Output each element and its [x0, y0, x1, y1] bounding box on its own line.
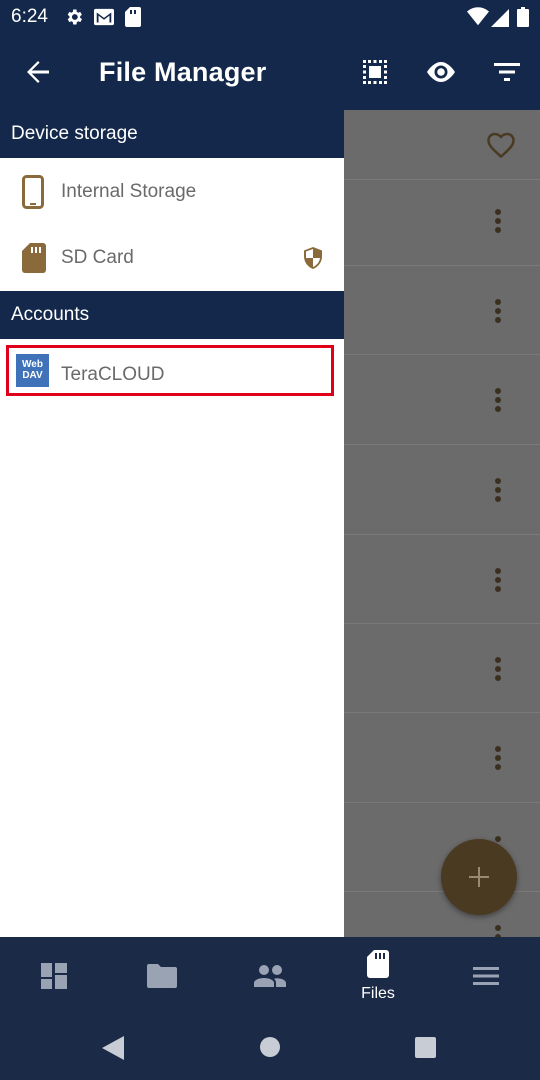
sd-card-icon	[22, 243, 46, 278]
system-home-icon[interactable]	[259, 1036, 281, 1058]
eye-icon[interactable]	[423, 54, 459, 90]
more-vert-icon	[495, 568, 501, 592]
shield-icon	[304, 247, 322, 274]
back-arrow-icon[interactable]	[20, 54, 56, 90]
more-vert-icon	[495, 209, 501, 233]
device-storage-header: Device storage	[0, 110, 344, 158]
status-bar: 6:24	[0, 0, 540, 36]
accounts-header: Accounts	[0, 291, 344, 339]
sd-card-label: SD Card	[61, 247, 134, 268]
teracloud-highlight-box	[6, 345, 334, 396]
more-vert-icon	[495, 657, 501, 681]
wifi-icon	[467, 7, 489, 32]
add-fab-button	[441, 839, 517, 915]
navigation-drawer: Device storage Internal Storage SD Card …	[0, 110, 344, 937]
people-icon	[254, 965, 286, 987]
nav-dashboard[interactable]	[0, 937, 108, 1017]
nav-menu[interactable]	[432, 937, 540, 1017]
files-sd-icon	[367, 950, 389, 978]
system-navigation-bar	[0, 1017, 540, 1080]
nav-files-label: Files	[361, 985, 395, 1002]
app-bar: File Manager	[0, 36, 540, 110]
battery-icon	[517, 7, 529, 32]
list-item	[344, 624, 540, 713]
cell-signal-icon	[491, 7, 509, 32]
internal-storage-label: Internal Storage	[61, 181, 197, 202]
drawer-item-sd-card[interactable]: SD Card	[0, 225, 344, 291]
list-row-header	[344, 110, 540, 180]
folder-icon	[147, 964, 177, 988]
nav-people[interactable]	[216, 937, 324, 1017]
hamburger-menu-icon	[473, 967, 499, 985]
list-item	[344, 445, 540, 535]
list-item	[344, 266, 540, 355]
bottom-navigation: Files	[0, 937, 540, 1017]
more-vert-icon	[495, 299, 501, 323]
nav-folders[interactable]	[108, 937, 216, 1017]
select-all-icon[interactable]	[357, 54, 393, 90]
list-item	[344, 355, 540, 445]
more-vert-icon	[495, 388, 501, 412]
more-vert-icon	[495, 478, 501, 502]
settings-icon	[64, 7, 84, 32]
device-storage-header-label: Device storage	[11, 123, 138, 144]
dashboard-icon	[41, 963, 67, 989]
list-item	[344, 892, 540, 937]
nav-files[interactable]: Files	[324, 937, 432, 1017]
gmail-icon	[93, 7, 115, 32]
system-back-icon[interactable]	[102, 1036, 124, 1060]
page-title: File Manager	[99, 57, 267, 87]
phone-icon	[22, 175, 44, 214]
list-item	[344, 713, 540, 803]
plus-icon	[469, 867, 489, 887]
more-vert-icon	[495, 925, 501, 937]
list-item	[344, 535, 540, 624]
accounts-header-label: Accounts	[11, 304, 90, 325]
more-vert-icon	[495, 746, 501, 770]
status-time: 6:24	[11, 6, 48, 27]
list-item	[344, 180, 540, 266]
filter-icon[interactable]	[489, 54, 525, 90]
file-list-dimmed	[344, 110, 540, 937]
system-recents-icon[interactable]	[415, 1037, 436, 1058]
drawer-item-internal-storage[interactable]: Internal Storage	[0, 159, 344, 225]
sd-card-status-icon	[125, 7, 141, 32]
